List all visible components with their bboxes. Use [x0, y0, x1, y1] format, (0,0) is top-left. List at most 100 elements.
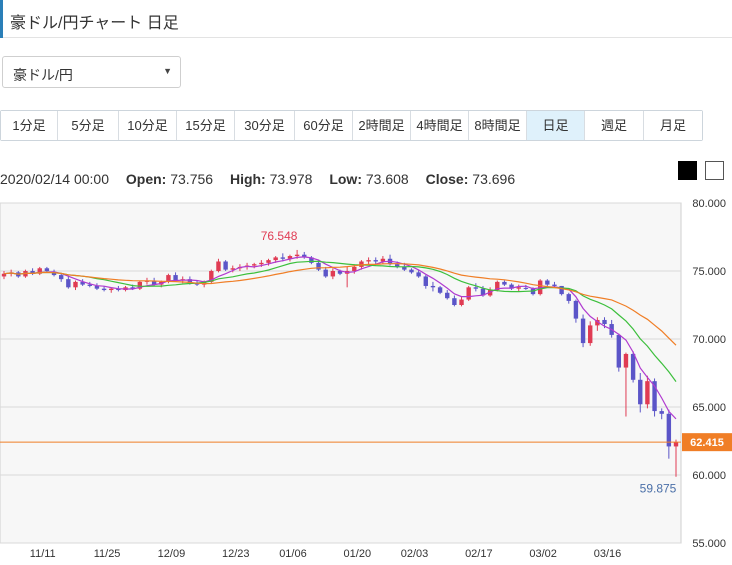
timeframe-tab-9[interactable]: 8時間足	[469, 111, 527, 140]
candle-body	[73, 281, 78, 288]
price-chart[interactable]: 80.000 75.000 70.000 65.000 60.000 55.000 62.4…	[0, 195, 732, 565]
x-tick-label: 11/11	[30, 548, 56, 560]
light-theme-swatch[interactable]	[705, 161, 724, 180]
candle-body	[409, 269, 414, 273]
x-tick-label: 02/03	[401, 548, 429, 560]
candle-body	[566, 294, 571, 301]
current-price-label: 62.415	[690, 437, 724, 449]
candle-body	[66, 279, 71, 288]
candle-body	[623, 353, 629, 368]
high-label: High:	[229, 171, 266, 187]
x-tick-label: 12/23	[222, 548, 250, 560]
page-title: 豪ドル/円チャート 日足	[10, 15, 179, 32]
candle-body	[173, 275, 178, 281]
timeframe-tab-5[interactable]: 30分足	[235, 111, 295, 140]
x-tick-label: 03/16	[594, 548, 622, 560]
timeframe-tab-2[interactable]: 5分足	[58, 111, 119, 140]
candle-body	[659, 411, 664, 414]
x-tick-label: 01/06	[279, 548, 307, 560]
dropdown-caret-icon: ▼	[163, 66, 172, 76]
candle-body	[588, 325, 593, 344]
currency-pair-select[interactable]: 豪ドル/円 ▼	[2, 56, 181, 88]
candle-body	[366, 260, 371, 262]
x-tick-label: 01/20	[344, 548, 372, 560]
candle-body	[616, 334, 622, 368]
candle-body	[437, 287, 443, 293]
close-label: Close:	[425, 171, 469, 187]
candle-body	[252, 264, 257, 266]
timeframe-tab-7[interactable]: 2時間足	[353, 111, 411, 140]
high-value: 73.978	[269, 171, 313, 187]
candle-body	[573, 300, 579, 319]
timeframe-tabs: 1分足 5分足 10分足 15分足 30分足 60分足 2時間足 4時間足 8時間足 日足 週足 月足	[0, 110, 703, 141]
timeframe-tab-3[interactable]: 10分足	[119, 111, 177, 140]
candle-body	[330, 271, 336, 277]
candle-body	[452, 298, 457, 305]
candle-body	[580, 318, 586, 344]
timeframe-tab-4[interactable]: 15分足	[177, 111, 235, 140]
candle-body	[109, 288, 114, 291]
y-tick-label: 75.000	[692, 266, 726, 278]
timeframe-tab-12[interactable]: 月足	[644, 111, 702, 140]
timeframe-tab-6[interactable]: 60分足	[295, 111, 353, 140]
open-value: 73.756	[170, 171, 214, 187]
y-tick-label: 70.000	[692, 334, 726, 346]
candle-body	[294, 254, 300, 257]
candle-body	[280, 257, 286, 259]
candle-body	[502, 281, 507, 285]
currency-pair-value: 豪ドル/円	[13, 67, 73, 83]
x-tick-label: 11/25	[94, 548, 121, 560]
ohlc-readout: 2020/02/14 00:00 Open: 73.756 High: 73.9…	[0, 171, 515, 187]
y-tick-label: 55.000	[692, 538, 726, 550]
candle-body	[430, 285, 436, 288]
candle-body	[416, 272, 421, 277]
low-annotation: 59.875	[640, 482, 677, 496]
close-value: 73.696	[472, 171, 516, 187]
candle-body	[552, 284, 557, 286]
candle-body	[666, 413, 672, 447]
plot-area	[0, 202, 682, 544]
title-bar: 豪ドル/円チャート 日足	[0, 0, 732, 38]
candle-body	[630, 353, 636, 380]
dark-theme-swatch[interactable]	[678, 161, 697, 180]
candle-body	[259, 262, 264, 265]
candle-body	[44, 268, 50, 271]
y-tick-label: 80.000	[692, 198, 726, 210]
title-accent-bar	[0, 0, 3, 38]
candle-body	[223, 261, 228, 270]
y-tick-label: 65.000	[692, 402, 726, 414]
x-tick-label: 03/02	[529, 548, 557, 560]
timeframe-tab-8[interactable]: 4時間足	[411, 111, 469, 140]
candle-body	[423, 276, 428, 286]
candle-body	[101, 288, 107, 291]
open-label: Open:	[125, 171, 167, 187]
candle-body	[445, 292, 450, 299]
ohlc-datetime: 2020/02/14 00:00	[0, 171, 109, 187]
candle-body	[466, 287, 471, 300]
x-tick-label: 12/09	[158, 548, 186, 560]
low-label: Low:	[329, 171, 362, 187]
high-annotation: 76.548	[261, 229, 298, 243]
candle-body	[266, 260, 271, 263]
candle-body	[323, 269, 328, 277]
low-value: 73.608	[365, 171, 409, 187]
candle-body	[459, 299, 464, 305]
candle-body	[352, 266, 357, 271]
candle-body	[673, 442, 679, 447]
y-tick-label: 60.000	[692, 470, 726, 482]
x-tick-label: 02/17	[465, 548, 493, 560]
candle-body	[638, 379, 643, 405]
candle-body	[473, 287, 479, 289]
timeframe-tab-10[interactable]: 日足	[527, 111, 585, 140]
timeframe-tab-11[interactable]: 週足	[585, 111, 644, 140]
candle-body	[516, 287, 521, 289]
candle-body	[316, 262, 321, 270]
candle-body	[273, 257, 278, 261]
candle-body	[523, 287, 529, 289]
candle-body	[373, 260, 378, 262]
candle-body	[545, 280, 550, 285]
candle-body	[645, 381, 650, 405]
timeframe-tab-1[interactable]: 1分足	[1, 111, 58, 140]
candle-body	[216, 261, 221, 271]
candle-body	[602, 319, 607, 325]
